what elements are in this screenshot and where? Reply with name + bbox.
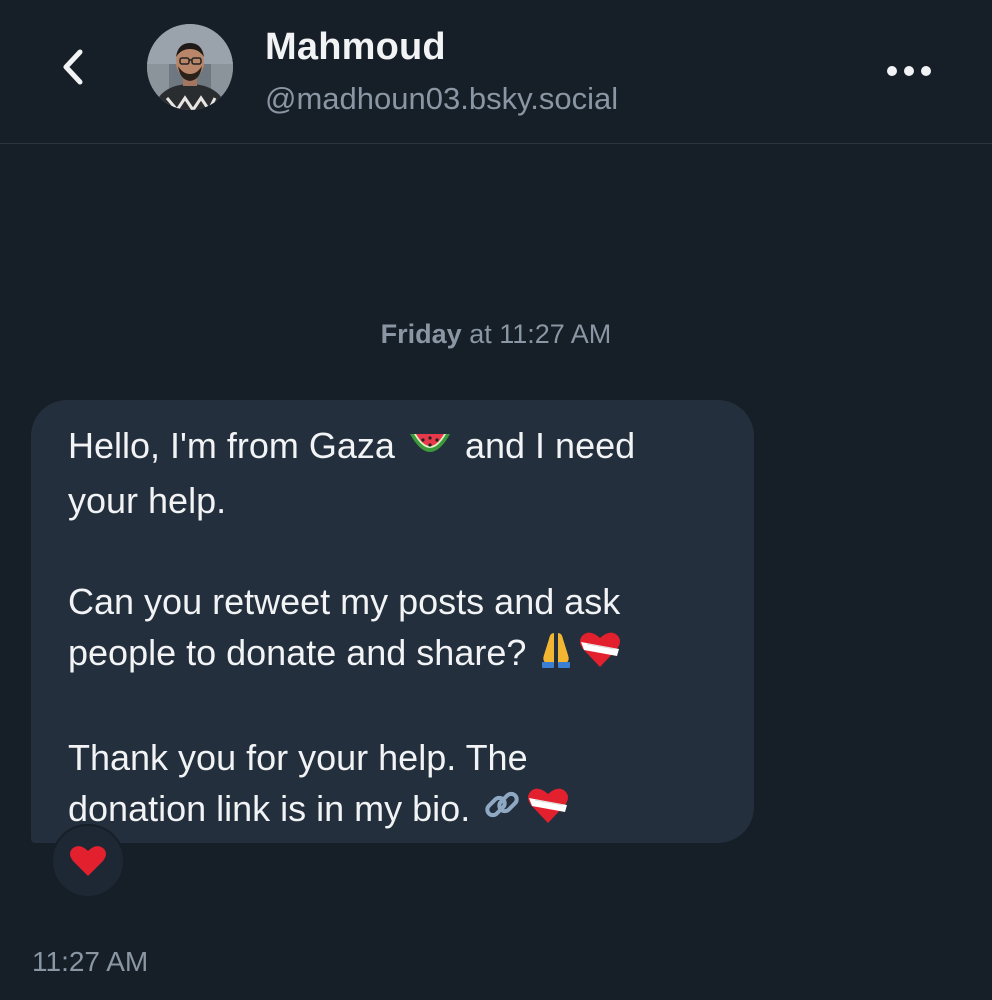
- message-timestamp: 11:27 AM: [32, 946, 149, 977]
- message-paragraph: Thank you for your help. The donation lin…: [68, 732, 724, 838]
- more-horizontal-icon: [887, 66, 931, 76]
- message-paragraph: Can you retweet my posts and ask people t…: [68, 576, 724, 682]
- display-name: Mahmoud: [265, 26, 446, 68]
- folded-hands-icon: [538, 629, 574, 682]
- heart-icon: [70, 846, 106, 876]
- back-button[interactable]: [50, 42, 96, 92]
- more-options-button[interactable]: [882, 55, 936, 87]
- conversation-header: Mahmoud @madhoun03.bsky.social: [0, 0, 992, 144]
- message-text: and I need: [454, 425, 636, 466]
- avatar-image: [147, 24, 233, 110]
- date-separator-day: Friday: [380, 319, 462, 349]
- mending-heart-icon: [578, 629, 622, 682]
- mending-heart-icon: [526, 785, 570, 838]
- reaction-badge[interactable]: [51, 824, 125, 898]
- message-text: donation link is in my bio.: [68, 788, 481, 829]
- date-separator: Friday at 11:27 AM: [0, 314, 992, 354]
- message-text: people to donate and share?: [68, 632, 537, 673]
- message-text: Thank you for your help. The: [68, 737, 528, 778]
- message-paragraph: Hello, I'm from Gaza and I need your help…: [68, 420, 724, 526]
- date-separator-time: at 11:27 AM: [461, 319, 612, 349]
- link-icon: [482, 785, 522, 838]
- message-text: Hello, I'm from Gaza: [68, 425, 405, 466]
- watermelon-icon: [407, 424, 453, 475]
- user-handle: @madhoun03.bsky.social: [265, 81, 619, 116]
- avatar[interactable]: [147, 24, 233, 110]
- conversation-title[interactable]: Mahmoud @madhoun03.bsky.social: [265, 24, 618, 121]
- message-text: Can you retweet my posts and ask: [68, 581, 621, 622]
- chevron-left-icon: [63, 49, 83, 85]
- message-bubble[interactable]: Hello, I'm from Gaza and I need your help…: [31, 400, 754, 843]
- message-text: your help.: [68, 480, 227, 521]
- chat-screen: Mahmoud @madhoun03.bsky.social Friday at…: [0, 0, 992, 1000]
